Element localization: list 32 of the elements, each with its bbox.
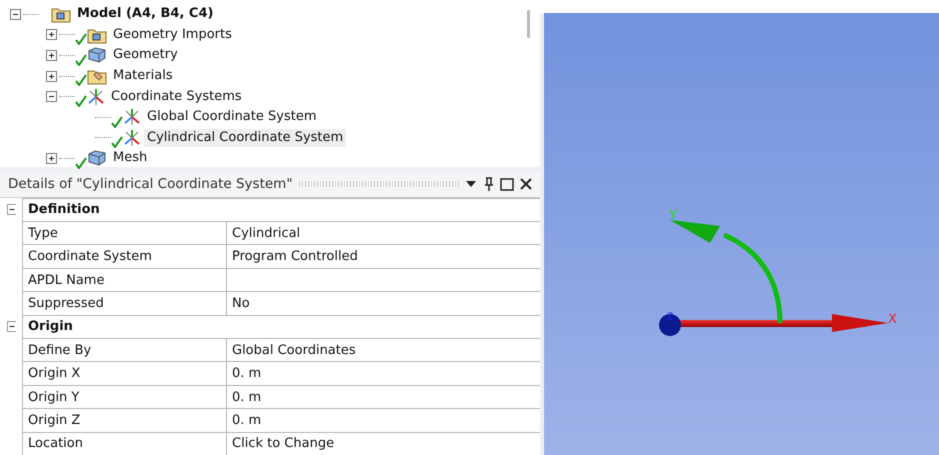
plus-box-icon[interactable]: [46, 152, 57, 164]
collapse-icon[interactable]: [6, 320, 16, 332]
scrollbar[interactable]: [527, 10, 530, 38]
axes-icon: [87, 88, 105, 106]
y-axis-label: Y: [669, 208, 677, 223]
minus-box-icon[interactable]: [10, 8, 21, 20]
plus-box-icon[interactable]: [46, 50, 57, 61]
cube-icon: [87, 47, 107, 64]
tree-item[interactable]: Materials: [110, 67, 176, 86]
close-icon[interactable]: [520, 178, 532, 190]
plus-box-icon[interactable]: [46, 29, 57, 40]
tree-item[interactable]: Cylindrical Coordinate System: [144, 128, 346, 147]
tree-item[interactable]: Coordinate Systems: [108, 88, 245, 106]
tree-item[interactable]: Geometry: [110, 46, 181, 64]
cube-icon: [87, 150, 107, 166]
plus-box-icon[interactable]: [46, 70, 57, 82]
maximize-icon[interactable]: [500, 178, 514, 191]
tree-item[interactable]: Mesh: [110, 149, 150, 168]
z-axis-sphere: [659, 314, 681, 336]
pin-icon[interactable]: [484, 177, 494, 192]
x-axis-label: X: [888, 312, 897, 327]
axes-icon: [123, 108, 141, 126]
z-axis-label: Z: [667, 312, 674, 322]
tree-item[interactable]: Geometry Imports: [110, 26, 235, 44]
axes-icon: [123, 128, 141, 147]
tree-item[interactable]: Global Coordinate System: [144, 108, 320, 126]
tree-item[interactable]: Model (A4, B4, C4): [74, 5, 216, 24]
minus-box-icon[interactable]: [46, 91, 57, 102]
dropdown-icon[interactable]: [466, 181, 476, 188]
section-header[interactable]: Definition: [22, 198, 541, 222]
details-title: Details of "Cylindrical Coordinate System": [8, 176, 293, 192]
collapse-icon[interactable]: [6, 204, 16, 215]
